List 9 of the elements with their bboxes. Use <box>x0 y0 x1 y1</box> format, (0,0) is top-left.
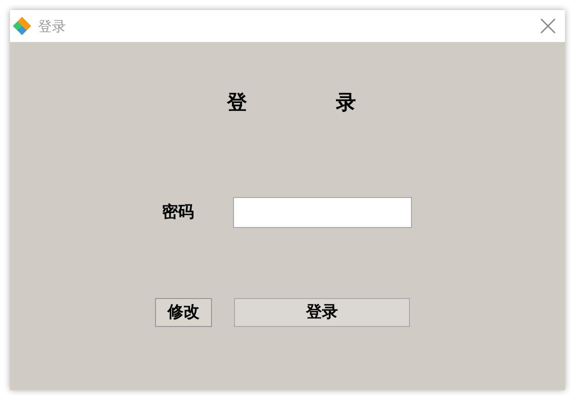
heading-text: 录 <box>336 89 356 116</box>
close-icon <box>540 18 556 34</box>
password-field[interactable] <box>233 197 412 228</box>
window-title: 登录 <box>38 16 66 36</box>
heading-text: 登 <box>227 89 247 116</box>
edit-button[interactable]: 修改 <box>155 298 212 327</box>
password-label: 密码 <box>162 202 195 222</box>
login-button[interactable]: 登录 <box>234 298 410 327</box>
app-logo-icon <box>12 16 32 36</box>
